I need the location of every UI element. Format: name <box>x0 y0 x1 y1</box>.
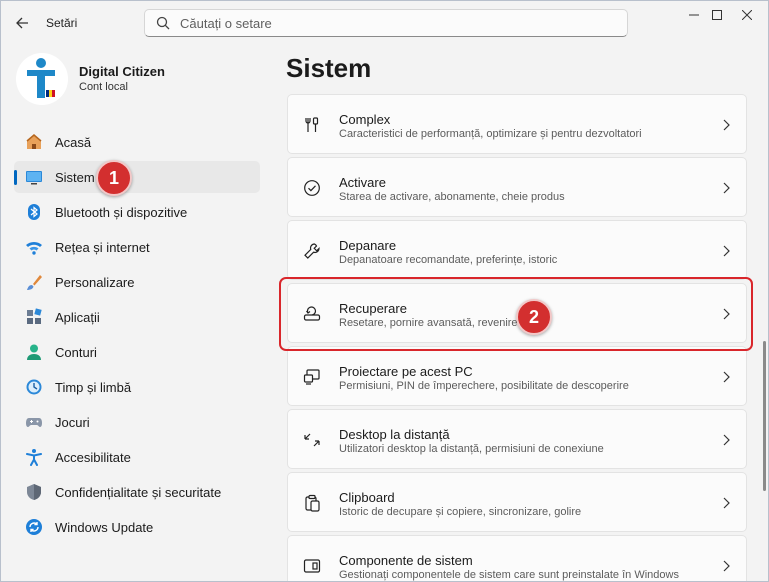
chevron-right-icon <box>720 369 732 385</box>
sidebar-item-system[interactable]: Sistem <box>14 161 260 193</box>
card-description: Utilizatori desktop la distanță, permisi… <box>339 443 604 455</box>
check-circle-icon <box>302 178 322 198</box>
chevron-right-icon <box>720 243 732 259</box>
sidebar-item-label: Conturi <box>55 344 97 360</box>
card-troubleshoot[interactable]: Depanare Depanatoare recomandate, prefer… <box>287 220 747 280</box>
card-title: Desktop la distanță <box>339 427 450 442</box>
profile-name: Digital Citizen <box>79 64 165 79</box>
app-title: Setări <box>46 16 78 30</box>
sidebar-item-label: Timp și limbă <box>55 379 132 395</box>
sidebar-item-network[interactable]: Rețea și internet <box>14 231 260 263</box>
page-title: Sistem <box>286 53 372 83</box>
search-input[interactable] <box>180 15 600 31</box>
sidebar-item-label: Windows Update <box>55 519 154 535</box>
avatar <box>16 53 68 105</box>
sidebar-item-label: Aplicații <box>55 309 100 325</box>
close-button[interactable] <box>724 1 768 29</box>
card-description: Caracteristici de performanță, optimizar… <box>339 128 642 140</box>
card-title: Clipboard <box>339 490 395 505</box>
card-complex[interactable]: Complex Caracteristici de performanță, o… <box>287 94 747 154</box>
paintbrush-icon <box>24 272 44 292</box>
sidebar-item-label: Rețea și internet <box>55 239 150 255</box>
system-display-icon <box>24 167 44 187</box>
sidebar-item-home[interactable]: Acasă <box>14 126 260 158</box>
card-title: Componente de sistem <box>339 553 473 568</box>
card-clipboard[interactable]: Clipboard Istoric de decupare și copiere… <box>287 472 747 532</box>
scrollbar-thumb[interactable] <box>763 341 766 491</box>
chevron-right-icon <box>720 180 732 196</box>
title-bar: Setări <box>1 1 768 45</box>
back-button[interactable] <box>11 12 33 34</box>
sidebar-item-label: Bluetooth și dispozitive <box>55 204 188 220</box>
sidebar-item-privacy[interactable]: Confidențialitate și securitate <box>14 476 260 508</box>
card-title: Activare <box>339 175 386 190</box>
close-icon <box>742 10 752 20</box>
sidebar-item-bluetooth[interactable]: Bluetooth și dispozitive <box>14 196 260 228</box>
windows-update-icon <box>24 517 44 537</box>
sidebar-item-label: Confidențialitate și securitate <box>55 484 222 500</box>
apps-icon <box>24 307 44 327</box>
card-title: Depanare <box>339 238 397 253</box>
card-title: Proiectare pe acest PC <box>339 364 473 379</box>
card-remote-desktop[interactable]: Desktop la distanță Utilizatori desktop … <box>287 409 747 469</box>
remote-desktop-icon <box>302 430 322 450</box>
card-description: Depanatoare recomandate, preferințe, ist… <box>339 254 558 266</box>
card-projection[interactable]: Proiectare pe acest PC Permisiuni, PIN d… <box>287 346 747 406</box>
shield-icon <box>24 482 44 502</box>
settings-window: Setări Di <box>0 0 769 582</box>
accessibility-icon <box>24 447 44 467</box>
card-description: Permisiuni, PIN de împerechere, posibili… <box>339 380 629 392</box>
chevron-right-icon <box>720 432 732 448</box>
back-arrow-icon <box>16 17 28 29</box>
time-language-icon <box>24 377 44 397</box>
clipboard-icon <box>302 493 322 513</box>
home-icon <box>24 132 44 152</box>
developer-tools-icon <box>302 115 322 135</box>
wrench-icon <box>302 241 322 261</box>
card-description: Istoric de decupare și copiere, sincroni… <box>339 506 582 518</box>
selection-indicator <box>14 170 17 185</box>
search-icon <box>154 14 172 32</box>
sidebar-item-personalization[interactable]: Personalizare <box>14 266 260 298</box>
sidebar-item-windows-update[interactable]: Windows Update <box>14 511 260 543</box>
system-components-icon <box>302 556 322 576</box>
sidebar-nav: Acasă Sistem Bluetooth și dispozitive Re… <box>14 126 260 546</box>
annotation-badge-2: 2 <box>516 299 552 335</box>
user-profile[interactable]: Digital Citizen Cont local <box>16 53 256 109</box>
annotation-badge-1: 1 <box>96 160 132 196</box>
sidebar-item-label: Sistem <box>55 169 95 185</box>
wifi-icon <box>24 237 44 257</box>
account-type: Cont local <box>79 81 128 93</box>
chevron-right-icon <box>720 495 732 511</box>
sidebar-item-gaming[interactable]: Jocuri <box>14 406 260 438</box>
bluetooth-icon <box>24 202 44 222</box>
chevron-right-icon <box>720 117 732 133</box>
sidebar-item-time-language[interactable]: Timp și limbă <box>14 371 260 403</box>
card-description: Gestionați componentele de sistem care s… <box>339 569 679 581</box>
card-title: Complex <box>339 112 391 127</box>
chevron-right-icon <box>720 558 732 574</box>
sidebar-item-label: Accesibilitate <box>55 449 131 465</box>
gamepad-icon <box>24 412 44 432</box>
projection-icon <box>302 367 322 387</box>
card-system-components[interactable]: Componente de sistem Gestionați componen… <box>287 535 747 581</box>
sidebar-item-accessibility[interactable]: Accesibilitate <box>14 441 260 473</box>
sidebar-item-apps[interactable]: Aplicații <box>14 301 260 333</box>
account-icon <box>24 342 44 362</box>
sidebar-item-label: Acasă <box>55 134 92 150</box>
card-description: Starea de activare, abonamente, cheie pr… <box>339 191 565 203</box>
search-box[interactable] <box>144 9 628 37</box>
sidebar-item-label: Jocuri <box>55 414 90 430</box>
sidebar-item-accounts[interactable]: Conturi <box>14 336 260 368</box>
card-activation[interactable]: Activare Starea de activare, abonamente,… <box>287 157 747 217</box>
maximize-icon <box>712 10 722 20</box>
sidebar-item-label: Personalizare <box>55 274 135 290</box>
